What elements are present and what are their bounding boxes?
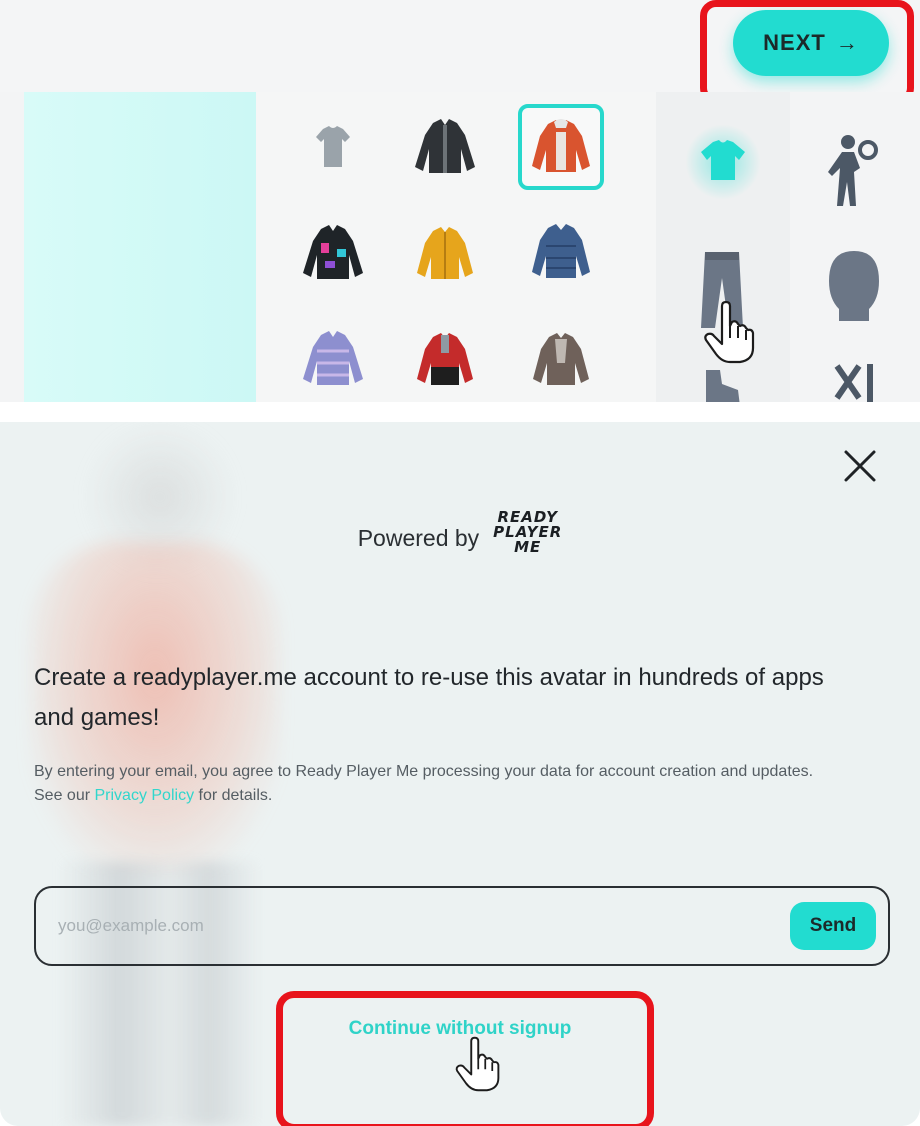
outfit-item-yellow-jacket[interactable]: [402, 210, 488, 296]
avatar-preview-area: [24, 92, 256, 402]
pose-icon: [826, 132, 882, 212]
close-icon: [840, 446, 880, 490]
disclaimer-line1: By entering your email, you agree to Rea…: [34, 763, 814, 780]
category-head[interactable]: [824, 248, 884, 328]
outfit-item-purple-puffer-jacket[interactable]: [290, 316, 376, 402]
annotation-highlight-next: [700, 0, 914, 104]
disclaimer-prefix: See our: [34, 787, 95, 804]
outfit-item-red-black-jacket[interactable]: [402, 316, 488, 402]
shirt-icon: [699, 140, 747, 184]
send-button[interactable]: Send: [790, 902, 876, 950]
category-pose[interactable]: [824, 132, 884, 212]
signup-headline: Create a readyplayer.me account to re-us…: [34, 664, 824, 731]
ready-player-me-logo: READY PLAYER ME: [493, 510, 562, 555]
outfit-item-black-jacket[interactable]: [402, 104, 488, 190]
hand-cursor-icon: [700, 300, 764, 368]
outfit-item-grey-tshirt[interactable]: [290, 104, 376, 190]
email-disclaimer: By entering your email, you agree to Rea…: [34, 760, 894, 808]
outfit-item-colorful-black-jacket[interactable]: [290, 210, 376, 296]
category-shoes[interactable]: [692, 368, 752, 402]
outfit-grid: [256, 92, 656, 402]
logo-line-me: ME: [514, 538, 542, 556]
email-input[interactable]: [58, 908, 758, 944]
disclaimer-suffix: for details.: [194, 787, 273, 804]
powered-by-text: Powered by: [357, 525, 480, 551]
email-form: Send: [34, 886, 890, 966]
head-icon: [825, 249, 883, 327]
outfit-item-blue-puffer-jacket[interactable]: [518, 210, 604, 296]
avatar-editor-panel: NEXT →: [0, 0, 920, 402]
close-button[interactable]: [838, 446, 882, 490]
privacy-policy-link[interactable]: Privacy Policy: [94, 787, 194, 804]
category-column-2: [790, 92, 920, 402]
annotation-highlight-continue: [276, 991, 654, 1126]
scissors-icon: [829, 362, 879, 402]
category-shirt[interactable]: [685, 124, 761, 200]
signup-dialog: Powered by READY PLAYER ME Create a read…: [0, 422, 920, 1126]
powered-by-row: Powered by READY PLAYER ME: [0, 510, 920, 555]
shoe-icon: [702, 366, 742, 402]
category-hair[interactable]: [824, 364, 884, 402]
outfit-item-grey-brown-jacket[interactable]: [518, 316, 604, 402]
outfit-item-red-puffer-jacket[interactable]: [518, 104, 604, 190]
